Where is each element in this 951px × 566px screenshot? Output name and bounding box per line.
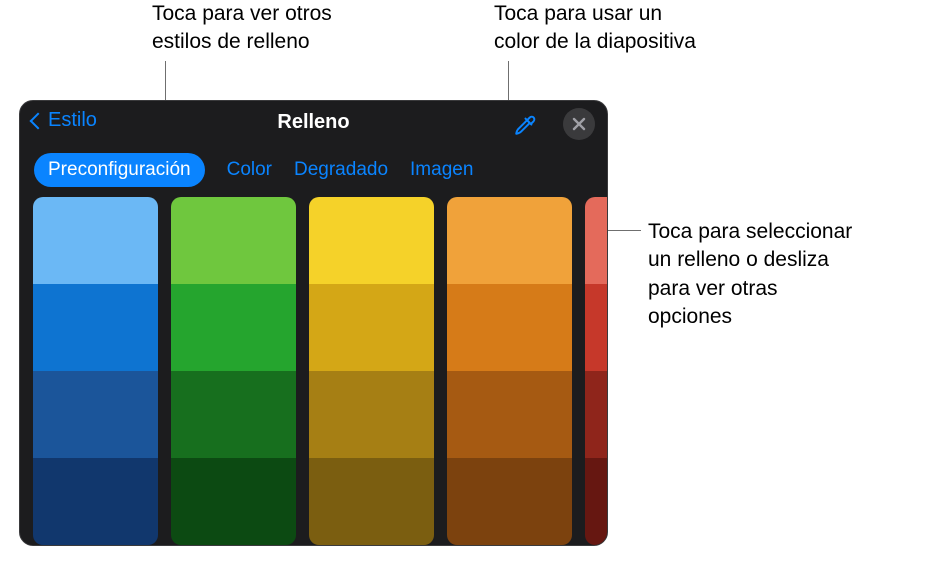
close-button[interactable] [563, 108, 595, 140]
swatch[interactable] [585, 197, 607, 284]
swatch[interactable] [171, 284, 296, 371]
swatch[interactable] [171, 458, 296, 545]
tab-image[interactable]: Imagen [410, 159, 473, 181]
callout-text-swatch: Toca para seleccionar un relleno o desli… [648, 218, 928, 331]
panel-header: Estilo Relleno [20, 101, 607, 147]
swatches-row [20, 197, 607, 545]
swatch[interactable] [33, 197, 158, 284]
swatch[interactable] [33, 371, 158, 458]
swatches-scroller[interactable] [20, 197, 607, 545]
swatch[interactable] [171, 371, 296, 458]
swatch[interactable] [447, 284, 572, 371]
swatch-column [447, 197, 572, 545]
swatch[interactable] [33, 284, 158, 371]
swatch[interactable] [309, 371, 434, 458]
swatch-column [171, 197, 296, 545]
swatch-column [585, 197, 607, 545]
tab-color[interactable]: Color [227, 159, 272, 181]
swatch[interactable] [585, 284, 607, 371]
swatch[interactable] [33, 458, 158, 545]
callout-text-fill-styles: Toca para ver otros estilos de relleno [152, 0, 412, 57]
swatch[interactable] [447, 458, 572, 545]
swatch-column [309, 197, 434, 545]
swatch[interactable] [309, 197, 434, 284]
eyedropper-icon [513, 111, 539, 137]
swatch[interactable] [309, 284, 434, 371]
fill-tabs: Preconfiguración Color Degradado Imagen [20, 147, 607, 201]
eyedropper-button[interactable] [509, 107, 543, 141]
swatch[interactable] [309, 458, 434, 545]
callout-text-eyedropper: Toca para usar un color de la diapositiv… [494, 0, 794, 57]
close-icon [572, 117, 586, 131]
swatch[interactable] [585, 458, 607, 545]
swatch-column [33, 197, 158, 545]
fill-panel: Estilo Relleno Preconfiguración Color De… [19, 100, 608, 546]
swatch[interactable] [447, 371, 572, 458]
swatch[interactable] [447, 197, 572, 284]
swatch[interactable] [171, 197, 296, 284]
tab-gradient[interactable]: Degradado [294, 159, 388, 181]
tab-preset[interactable]: Preconfiguración [34, 153, 205, 187]
swatch[interactable] [585, 371, 607, 458]
